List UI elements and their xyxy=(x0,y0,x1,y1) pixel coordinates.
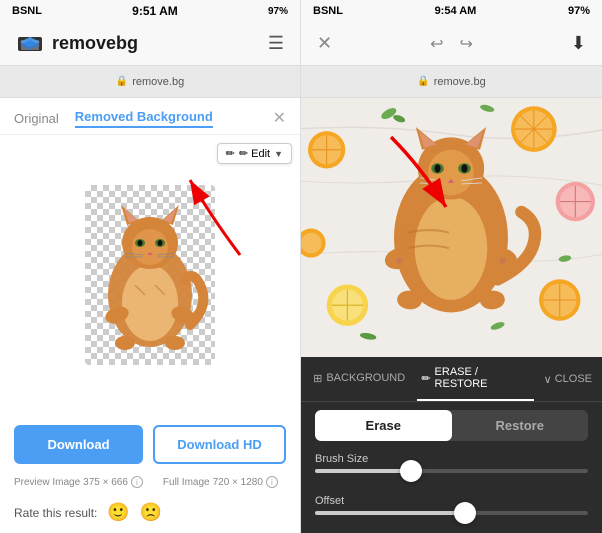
offset-slider-row: Offset xyxy=(301,491,602,533)
logo-area: removebg xyxy=(16,33,138,55)
cat-image-container xyxy=(85,185,215,365)
action-buttons: Download Download HD xyxy=(0,415,300,474)
redo-icon[interactable]: ↪ xyxy=(460,34,473,54)
tab-erase-restore[interactable]: ✏ ERASE / RESTORE xyxy=(417,357,533,401)
edit-button[interactable]: ✏ ✏ Edit ▼ xyxy=(217,143,292,164)
right-url-bar: 🔒 remove.bg xyxy=(301,66,602,98)
rating-row: Rate this result: 🙂 🙁 xyxy=(0,496,300,533)
battery-icon: 97% xyxy=(268,6,288,17)
bottom-toolbar: ⊞ BACKGROUND ✏ ERASE / RESTORE ∨ CLOSE E… xyxy=(301,357,602,533)
right-panel: BSNL 9:54 AM 97% ✕ ↩ ↪ ⬇ 🔒 remove.bg xyxy=(301,0,602,533)
full-info-icon[interactable]: i xyxy=(266,476,278,488)
tab-removed-background[interactable]: Removed Background xyxy=(75,109,213,128)
download-button[interactable]: Download xyxy=(14,425,143,464)
offset-track[interactable] xyxy=(315,511,588,515)
close-editor-button[interactable]: ✕ xyxy=(317,33,332,54)
full-label: Full Image xyxy=(163,477,210,488)
layers-icon: ⊞ xyxy=(313,372,322,385)
right-lock-icon: 🔒 xyxy=(417,76,429,87)
undo-icon[interactable]: ↩ xyxy=(430,34,443,54)
left-time: 9:51 AM xyxy=(132,4,178,18)
download-icon[interactable]: ⬇ xyxy=(571,33,586,54)
chevron-down-icon: ∨ xyxy=(544,373,552,386)
left-status-bar: BSNL 9:51 AM 97% xyxy=(0,0,300,22)
preview-info: Preview Image 375 × 666 i xyxy=(14,476,143,488)
tool-tabs: ⊞ BACKGROUND ✏ ERASE / RESTORE ∨ CLOSE xyxy=(301,357,602,402)
pencil-icon: ✏ xyxy=(421,372,430,385)
right-image-area xyxy=(301,98,602,357)
editor-image xyxy=(301,98,602,357)
offset-thumb[interactable] xyxy=(454,502,476,524)
logo-text: removebg xyxy=(52,33,138,54)
brush-size-slider-row: Brush Size xyxy=(301,449,602,491)
full-size: 720 × 1280 xyxy=(213,477,263,488)
left-status-icons: 97% xyxy=(268,6,288,17)
right-carrier: BSNL xyxy=(313,5,343,17)
brush-size-fill xyxy=(315,469,411,473)
right-status-bar: BSNL 9:54 AM 97% xyxy=(301,0,602,22)
image-area: ✏ ✏ Edit ▼ xyxy=(0,135,300,415)
preview-info-icon[interactable]: i xyxy=(131,476,143,488)
offset-label: Offset xyxy=(315,495,588,507)
sad-emoji[interactable]: 🙁 xyxy=(140,502,162,523)
right-status-icons: 97% xyxy=(568,5,590,17)
left-url-bar: 🔒 remove.bg xyxy=(0,66,300,98)
close-tab-button[interactable]: ✕ xyxy=(273,108,286,128)
preview-size: 375 × 666 xyxy=(83,477,128,488)
cat-image xyxy=(85,185,215,365)
logo-icon xyxy=(16,33,44,55)
offset-fill xyxy=(315,511,465,515)
right-url: remove.bg xyxy=(434,76,486,88)
tabs-row: Original Removed Background ✕ xyxy=(0,98,300,135)
image-info: Preview Image 375 × 666 i Full Image 720… xyxy=(0,474,300,496)
brush-size-track[interactable] xyxy=(315,469,588,473)
left-url: remove.bg xyxy=(132,76,184,88)
tab-erase-label: ERASE / RESTORE xyxy=(435,366,530,390)
tab-background-label: BACKGROUND xyxy=(326,372,405,384)
preview-label: Preview Image xyxy=(14,477,80,488)
right-nav-bar: ✕ ↩ ↪ ⬇ xyxy=(301,22,602,66)
erase-restore-row: Erase Restore xyxy=(315,410,588,441)
nav-icons: ↩ ↪ xyxy=(430,34,473,54)
brush-size-thumb[interactable] xyxy=(400,460,422,482)
right-time: 9:54 AM xyxy=(435,5,477,17)
lock-icon: 🔒 xyxy=(116,76,128,87)
brush-size-label: Brush Size xyxy=(315,453,588,465)
rating-label: Rate this result: xyxy=(14,506,97,520)
left-panel: BSNL 9:51 AM 97% removebg ☰ 🔒 remove.bg … xyxy=(0,0,301,533)
left-nav-bar: removebg ☰ xyxy=(0,22,300,66)
happy-emoji[interactable]: 🙂 xyxy=(107,502,129,523)
erase-button[interactable]: Erase xyxy=(315,410,452,441)
close-tool-label: CLOSE xyxy=(555,373,592,385)
download-hd-button[interactable]: Download HD xyxy=(153,425,286,464)
edit-label: ✏ Edit xyxy=(239,147,270,160)
restore-button[interactable]: Restore xyxy=(452,410,589,441)
tab-background[interactable]: ⊞ BACKGROUND xyxy=(301,357,417,401)
edit-dropdown-arrow: ▼ xyxy=(274,149,283,159)
close-tool-button[interactable]: ∨ CLOSE xyxy=(534,357,602,401)
full-info: Full Image 720 × 1280 i xyxy=(163,476,278,488)
right-battery-icon: 97% xyxy=(568,5,590,17)
hamburger-menu[interactable]: ☰ xyxy=(268,33,284,54)
tab-original[interactable]: Original xyxy=(14,111,59,126)
left-carrier: BSNL xyxy=(12,5,42,17)
edit-pencil-icon: ✏ xyxy=(226,147,235,160)
